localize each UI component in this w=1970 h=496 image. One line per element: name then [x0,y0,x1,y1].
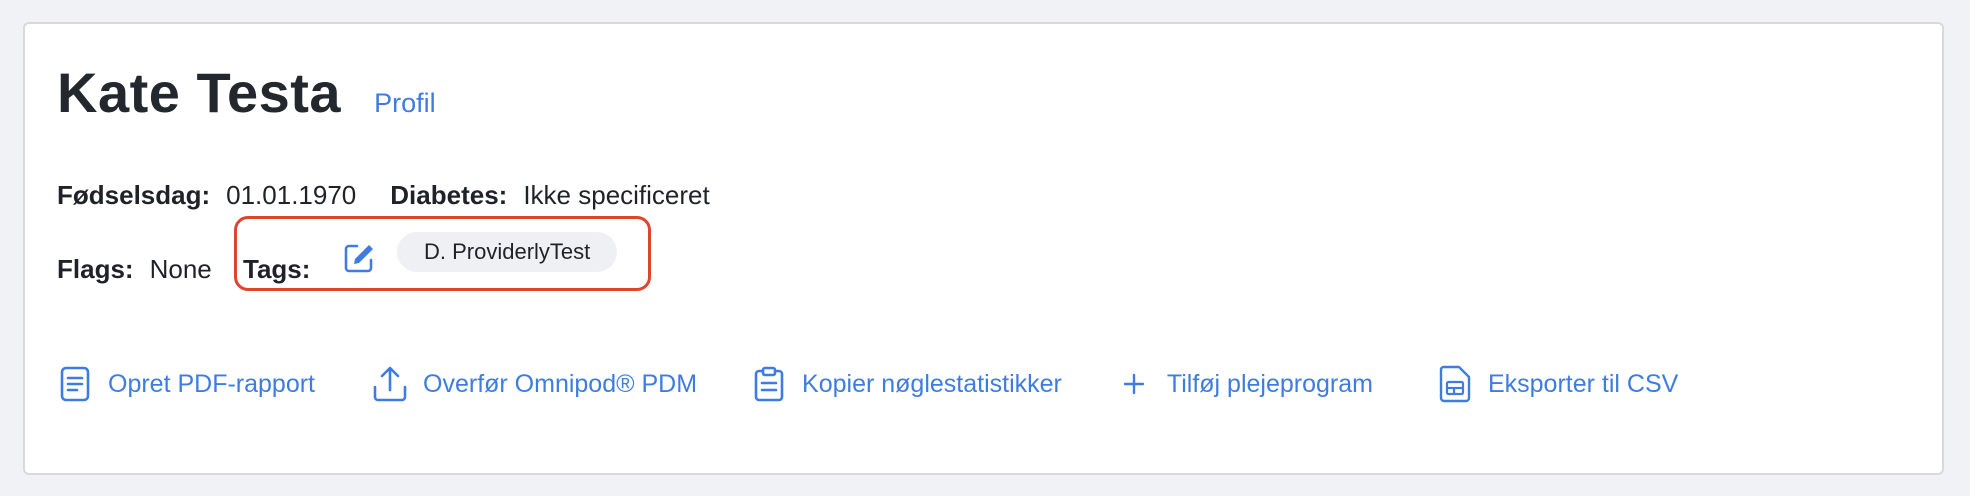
diabetes-value: Ikke specificeret [523,180,710,210]
transfer-omnipod-pdm-button[interactable]: Overfør Omnipod® PDM [372,366,697,402]
action-bar: Opret PDF-rapport Overfør Omnipod® PDM K… [57,365,1679,403]
add-care-program-button[interactable]: Tilføj plejeprogram [1116,366,1373,402]
export-csv-button[interactable]: Eksporter til CSV [1437,365,1679,403]
profile-link[interactable]: Profil [374,88,436,119]
flags-value: None [149,254,212,284]
create-pdf-report-button[interactable]: Opret PDF-rapport [57,366,315,402]
create-pdf-report-label: Opret PDF-rapport [108,369,316,398]
diabetes-label: Diabetes: [390,180,508,210]
tags-label: Tags: [243,254,311,284]
patient-name: Kate Testa [57,61,342,124]
tag-chip[interactable]: D. ProviderlyTest [397,232,618,272]
flags-label: Flags: [57,254,134,284]
document-icon [57,366,93,402]
transfer-omnipod-pdm-label: Overfør Omnipod® PDM [423,369,698,398]
plus-icon [1116,366,1152,402]
export-csv-label: Eksporter til CSV [1487,369,1679,398]
birthday-label: Fødselsdag: [57,180,211,210]
copy-key-statistics-label: Kopier nøglestatistikker [802,369,1062,398]
patient-info-row: Fødselsdag: 01.01.1970 Diabetes: Ikke sp… [57,180,710,211]
copy-key-statistics-button[interactable]: Kopier nøglestatistikker [751,366,1062,402]
patient-header: Kate Testa Profil [57,60,436,125]
edit-tags-button[interactable] [341,240,377,276]
flags-row: Flags: None [57,254,212,285]
edit-icon [344,244,373,273]
upload-icon [372,366,408,402]
birthday-value: 01.01.1970 [226,180,357,210]
spreadsheet-file-icon [1437,365,1473,403]
clipboard-icon [751,366,787,402]
add-care-program-label: Tilføj plejeprogram [1166,369,1373,398]
